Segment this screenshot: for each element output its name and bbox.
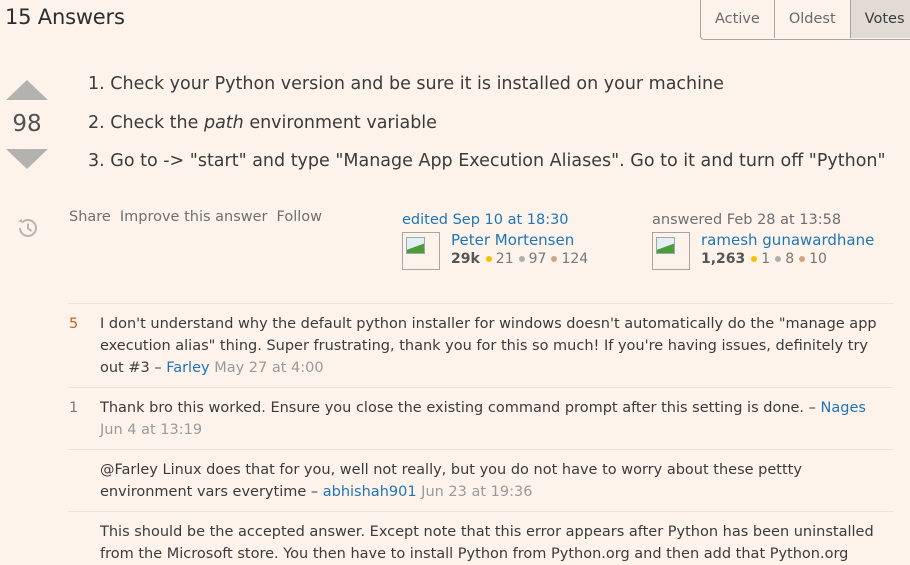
- silver-badge-count: 97: [528, 251, 547, 267]
- silver-badge-icon: [518, 256, 525, 262]
- answers-page: 15 Answers Active Oldest Votes 98 1. Che…: [0, 0, 910, 565]
- author-signature: answered Feb 28 at 13:58 ramesh gunaward…: [652, 212, 874, 270]
- bronze-badge-icon: [799, 256, 806, 262]
- comment-date[interactable]: Jun 23 at 19:36: [421, 484, 532, 500]
- author-name-link[interactable]: ramesh gunawardhane: [701, 231, 874, 249]
- step-text: environment variable: [243, 112, 437, 133]
- sort-tab-votes[interactable]: Votes: [850, 0, 910, 38]
- gold-badge-icon: [485, 256, 492, 262]
- silver-badge-count: 8: [785, 251, 795, 267]
- step-text: Check the: [110, 112, 204, 133]
- answer-body: 1. Check your Python version and be sure…: [88, 71, 886, 187]
- step-text: Go to -> "start" and type "Manage App Ex…: [110, 151, 886, 171]
- sort-tab-oldest[interactable]: Oldest: [775, 0, 851, 38]
- bronze-badge-count: 124: [561, 251, 589, 267]
- improve-answer-link[interactable]: Improve this answer: [120, 209, 268, 225]
- vote-count: 98: [12, 111, 42, 137]
- follow-link[interactable]: Follow: [277, 209, 322, 225]
- step-number: 2.: [88, 112, 105, 133]
- broken-image-icon: [406, 237, 425, 254]
- downvote-arrow-icon[interactable]: [6, 149, 48, 169]
- step-number: 1.: [88, 74, 105, 94]
- step-item: 2. Check the path environment variable: [88, 110, 886, 149]
- gold-badge-count: 1: [761, 251, 771, 267]
- vote-controls: 98: [5, 80, 49, 237]
- gold-badge-count: 21: [495, 251, 514, 267]
- comment-author-link[interactable]: abhishah901: [323, 484, 417, 500]
- post-menu: Share Improve this answer Follow: [69, 209, 322, 225]
- comment: 1 Thank bro this worked. Ensure you clos…: [68, 387, 894, 449]
- bronze-badge-count: 10: [809, 251, 827, 267]
- silver-badge-icon: [775, 256, 782, 262]
- bronze-badge-icon: [551, 256, 558, 262]
- comment-text: Thank bro this worked. Ensure you close …: [100, 400, 805, 416]
- share-link[interactable]: Share: [69, 209, 111, 225]
- gold-badge-icon: [751, 256, 758, 262]
- step-item: 1. Check your Python version and be sure…: [88, 71, 886, 110]
- comment-score: [68, 521, 100, 565]
- author-reputation: 1,263: [701, 251, 746, 267]
- step-text: Check your Python version and be sure it…: [110, 74, 724, 94]
- comment: @Farley Linux does that for you, well no…: [68, 449, 894, 511]
- comment-date[interactable]: May 27 at 4:00: [214, 360, 323, 376]
- comment-author-link[interactable]: Nages: [821, 400, 866, 416]
- edited-timestamp-link[interactable]: edited Sep 10 at 18:30: [402, 212, 593, 228]
- step-item: 3. Go to -> "start" and type "Manage App…: [88, 148, 886, 187]
- author-avatar[interactable]: [652, 232, 690, 270]
- comment-score: [68, 459, 100, 503]
- step-emphasis: path: [203, 112, 244, 133]
- history-icon[interactable]: [15, 216, 39, 240]
- steps-list: 1. Check your Python version and be sure…: [88, 71, 886, 187]
- comment: This should be the accepted answer. Exce…: [68, 511, 894, 565]
- comment-score: 5: [69, 316, 79, 332]
- answered-timestamp: answered Feb 28 at 13:58: [652, 212, 842, 228]
- comments-list: 5 I don't understand why the default pyt…: [68, 303, 894, 565]
- sort-tabs: Active Oldest Votes: [700, 0, 910, 40]
- comment: 5 I don't understand why the default pyt…: [68, 303, 894, 387]
- answers-count-heading: 15 Answers: [5, 5, 125, 29]
- comment-date[interactable]: Jun 4 at 13:19: [100, 422, 202, 438]
- comment-score: 1: [69, 400, 79, 416]
- editor-name-link[interactable]: Peter Mortensen: [451, 231, 593, 249]
- comment-text: This should be the accepted answer. Exce…: [100, 524, 874, 562]
- editor-avatar[interactable]: [402, 232, 440, 270]
- broken-image-icon: [656, 237, 675, 254]
- editor-signature: edited Sep 10 at 18:30 Peter Mortensen 2…: [402, 212, 593, 270]
- comment-author-link[interactable]: Farley: [166, 360, 209, 376]
- editor-reputation: 29k: [451, 251, 480, 267]
- sort-tab-active[interactable]: Active: [701, 0, 775, 38]
- upvote-arrow-icon[interactable]: [6, 80, 48, 100]
- step-number: 3.: [88, 151, 105, 171]
